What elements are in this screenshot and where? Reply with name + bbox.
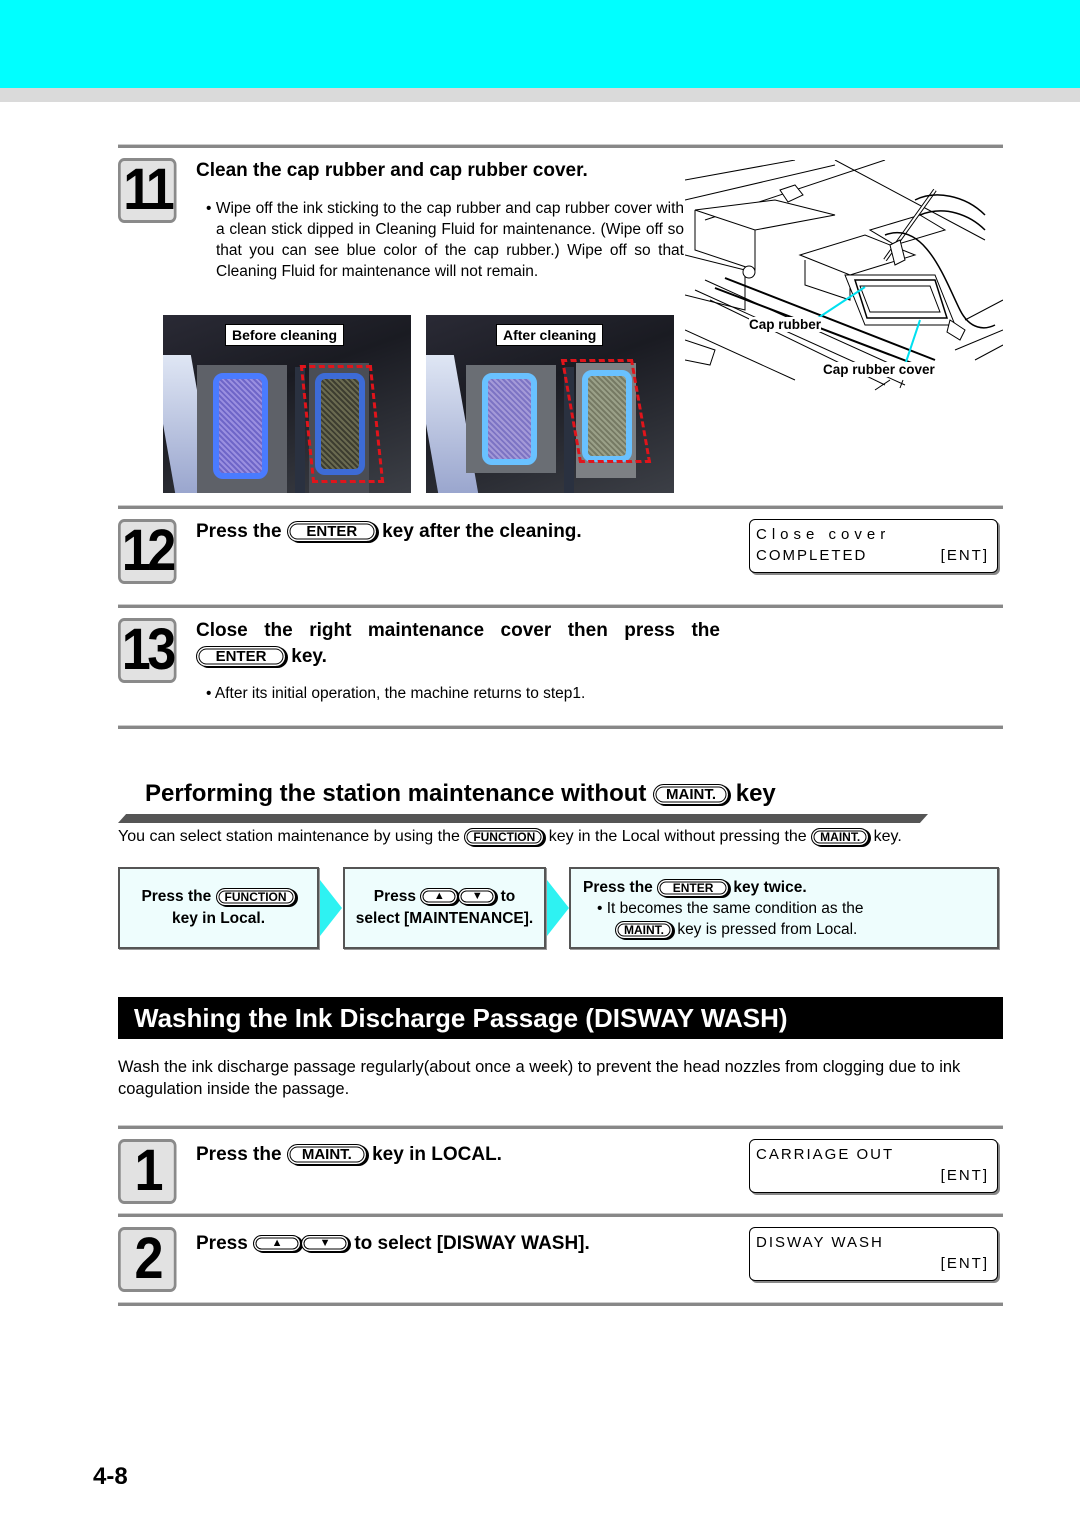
lcd-line-2-right: [ENT]	[940, 547, 989, 564]
step-bullet: • After its initial operation, the machi…	[206, 685, 586, 702]
enter-key[interactable]: ENTER	[196, 646, 286, 668]
lcd-display: CARRIAGE OUT [ENT]	[749, 1139, 998, 1193]
section-banner: Washing the Ink Discharge Passage (DISWA…	[118, 997, 1003, 1039]
function-key[interactable]: FUNCTION	[215, 887, 296, 906]
enter-key[interactable]: ENTER	[286, 521, 377, 543]
step-title: Press ▲ ▼ to select [DISWAY WASH].	[196, 1233, 590, 1255]
lcd-line-2: [ENT]	[940, 1255, 989, 1272]
step-number: 2	[118, 1227, 177, 1292]
step-title-line-2: ENTER key.	[196, 646, 327, 668]
maint-key[interactable]: MAINT.	[653, 784, 730, 806]
step-title-text: Press the	[196, 1144, 282, 1165]
before-cleaning-photo: Before cleaning	[163, 315, 411, 493]
flow-arrow-icon	[320, 880, 342, 936]
cap-rubber	[213, 373, 268, 479]
step-number: 12	[118, 519, 177, 584]
lcd-line-1: Close cover	[756, 526, 891, 543]
flow-step-2: Press ▲ ▼ to select [MAINTENANCE].	[343, 867, 546, 949]
function-key[interactable]: FUNCTION	[464, 828, 545, 846]
flow-bullet: key is pressed from Local.	[677, 921, 858, 938]
step-bullet: • Wipe off the ink sticking to the cap r…	[206, 200, 684, 280]
divider	[118, 1213, 1003, 1217]
flow-text: to	[500, 888, 516, 905]
after-cleaning-photo: After cleaning	[426, 315, 674, 493]
heading-text: key	[735, 780, 776, 807]
flow-bullet: • It becomes the same condition as the	[597, 900, 864, 917]
lcd-line-1: DISWAY WASH	[756, 1234, 884, 1251]
step-title: Clean the cap rubber and cap rubber cove…	[196, 160, 588, 181]
highlight-dashed-box	[560, 359, 652, 463]
step-title: Close the right maintenance cover then p…	[196, 620, 720, 641]
subsection-underline	[118, 814, 928, 823]
step-title-text: key in LOCAL.	[372, 1144, 502, 1165]
intro-text: key in the Local without pressing the	[548, 828, 807, 846]
callout-line-cap-rubber-cover	[904, 319, 921, 366]
label-cap-rubber-cover: Cap rubber cover	[823, 362, 935, 377]
lcd-line-1: CARRIAGE OUT	[756, 1146, 895, 1163]
divider	[118, 725, 1003, 729]
heading-text: Performing the station maintenance witho…	[145, 780, 647, 807]
page-number: 4-8	[93, 1463, 128, 1490]
label-cap-rubber: Cap rubber	[749, 317, 822, 332]
cap-rubber	[482, 373, 537, 465]
step-number: 1	[118, 1139, 177, 1204]
lcd-line-2-left: COMPLETED	[756, 547, 868, 564]
maint-key[interactable]: MAINT.	[286, 1144, 367, 1166]
flow-step-1: Press the FUNCTION key in Local.	[118, 867, 319, 949]
flow-text: key in Local.	[171, 910, 266, 927]
step-number: 13	[118, 618, 177, 683]
photo-label: Before cleaning	[225, 324, 345, 346]
divider	[118, 505, 1003, 509]
lcd-display: DISWAY WASH [ENT]	[749, 1227, 998, 1281]
flow-text: key twice.	[733, 879, 807, 896]
header-color-band	[0, 0, 1080, 88]
divider	[118, 604, 1003, 608]
step-title-text: key after the cleaning.	[382, 521, 582, 542]
divider	[118, 1125, 1003, 1129]
maint-key[interactable]: MAINT.	[615, 920, 673, 939]
flow-text: Press	[373, 888, 416, 905]
lcd-line-2: [ENT]	[940, 1167, 989, 1184]
machine-linework	[684, 159, 1004, 391]
maint-key[interactable]: MAINT.	[811, 828, 870, 846]
step-title: Press the MAINT. key in LOCAL.	[196, 1144, 502, 1166]
divider	[118, 144, 1003, 148]
step-title-text: key.	[291, 646, 327, 667]
intro-text: key.	[873, 828, 902, 846]
step-title-text: Press the	[196, 521, 282, 542]
step-title-text: to select [DISWAY WASH].	[354, 1233, 590, 1254]
step-number: 11	[118, 158, 177, 223]
flow-text: select [MAINTENANCE].	[355, 910, 534, 927]
flow-text: Press the	[141, 888, 212, 905]
lcd-display: Close cover COMPLETED [ENT]	[749, 519, 998, 573]
flow-step-3: Press the ENTER key twice. • It becomes …	[569, 867, 999, 949]
down-arrow-key[interactable]: ▼	[301, 1235, 350, 1253]
header-gray-strip	[0, 88, 1080, 102]
section-description: Wash the ink discharge passage regularly…	[118, 1058, 961, 1098]
divider	[118, 1302, 1003, 1306]
flow-arrow-icon	[547, 880, 569, 936]
cap-station-diagram: Cap rubber Cap rubber cover	[684, 159, 1004, 395]
intro-text: You can select station maintenance by us…	[118, 828, 460, 846]
subsection-heading: Performing the station maintenance witho…	[145, 780, 776, 808]
flow-text: Press the	[583, 879, 653, 896]
step-title: Press the ENTER key after the cleaning.	[196, 521, 582, 543]
station-intro: You can select station maintenance by us…	[118, 828, 902, 846]
down-arrow-key[interactable]: ▼	[458, 888, 497, 906]
enter-key[interactable]: ENTER	[657, 878, 730, 897]
up-arrow-key[interactable]: ▲	[420, 888, 459, 906]
step-title-text: Press	[196, 1233, 248, 1254]
up-arrow-key[interactable]: ▲	[253, 1235, 302, 1253]
photo-label: After cleaning	[496, 324, 604, 346]
highlight-dashed-box	[299, 365, 385, 483]
